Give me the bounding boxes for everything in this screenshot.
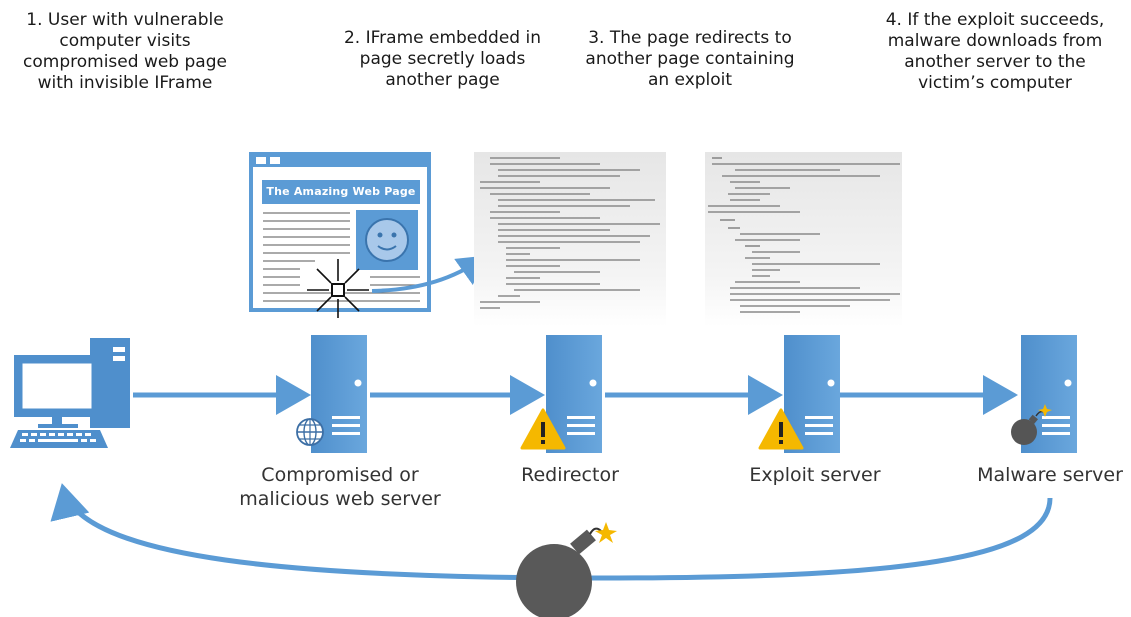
step-2-text: 2. IFrame embedded in page secretly load… [343, 28, 541, 90]
smiley-icon [365, 218, 409, 262]
server-label-malware: Malware server [977, 464, 1123, 486]
step-3-text: 3. The page redirects to another page co… [585, 28, 795, 90]
bomb-icon [516, 522, 617, 617]
globe-icon [296, 418, 324, 446]
exploit-code-page [705, 152, 902, 327]
victim-computer-icon [10, 338, 130, 448]
webpage-title: The Amazing Web Page [266, 185, 416, 198]
server-label-exploit: Exploit server [749, 464, 881, 486]
loaded-code-page [474, 152, 666, 327]
server-label-redirector: Redirector [521, 464, 619, 486]
step-4-text: 4. If the exploit succeeds, malware down… [885, 10, 1105, 93]
server-label-compromised: Compromised or malicious web server [239, 464, 441, 510]
step-1-text: 1. User with vulnerable computer visits … [23, 10, 227, 93]
webpage-window [249, 152, 431, 318]
